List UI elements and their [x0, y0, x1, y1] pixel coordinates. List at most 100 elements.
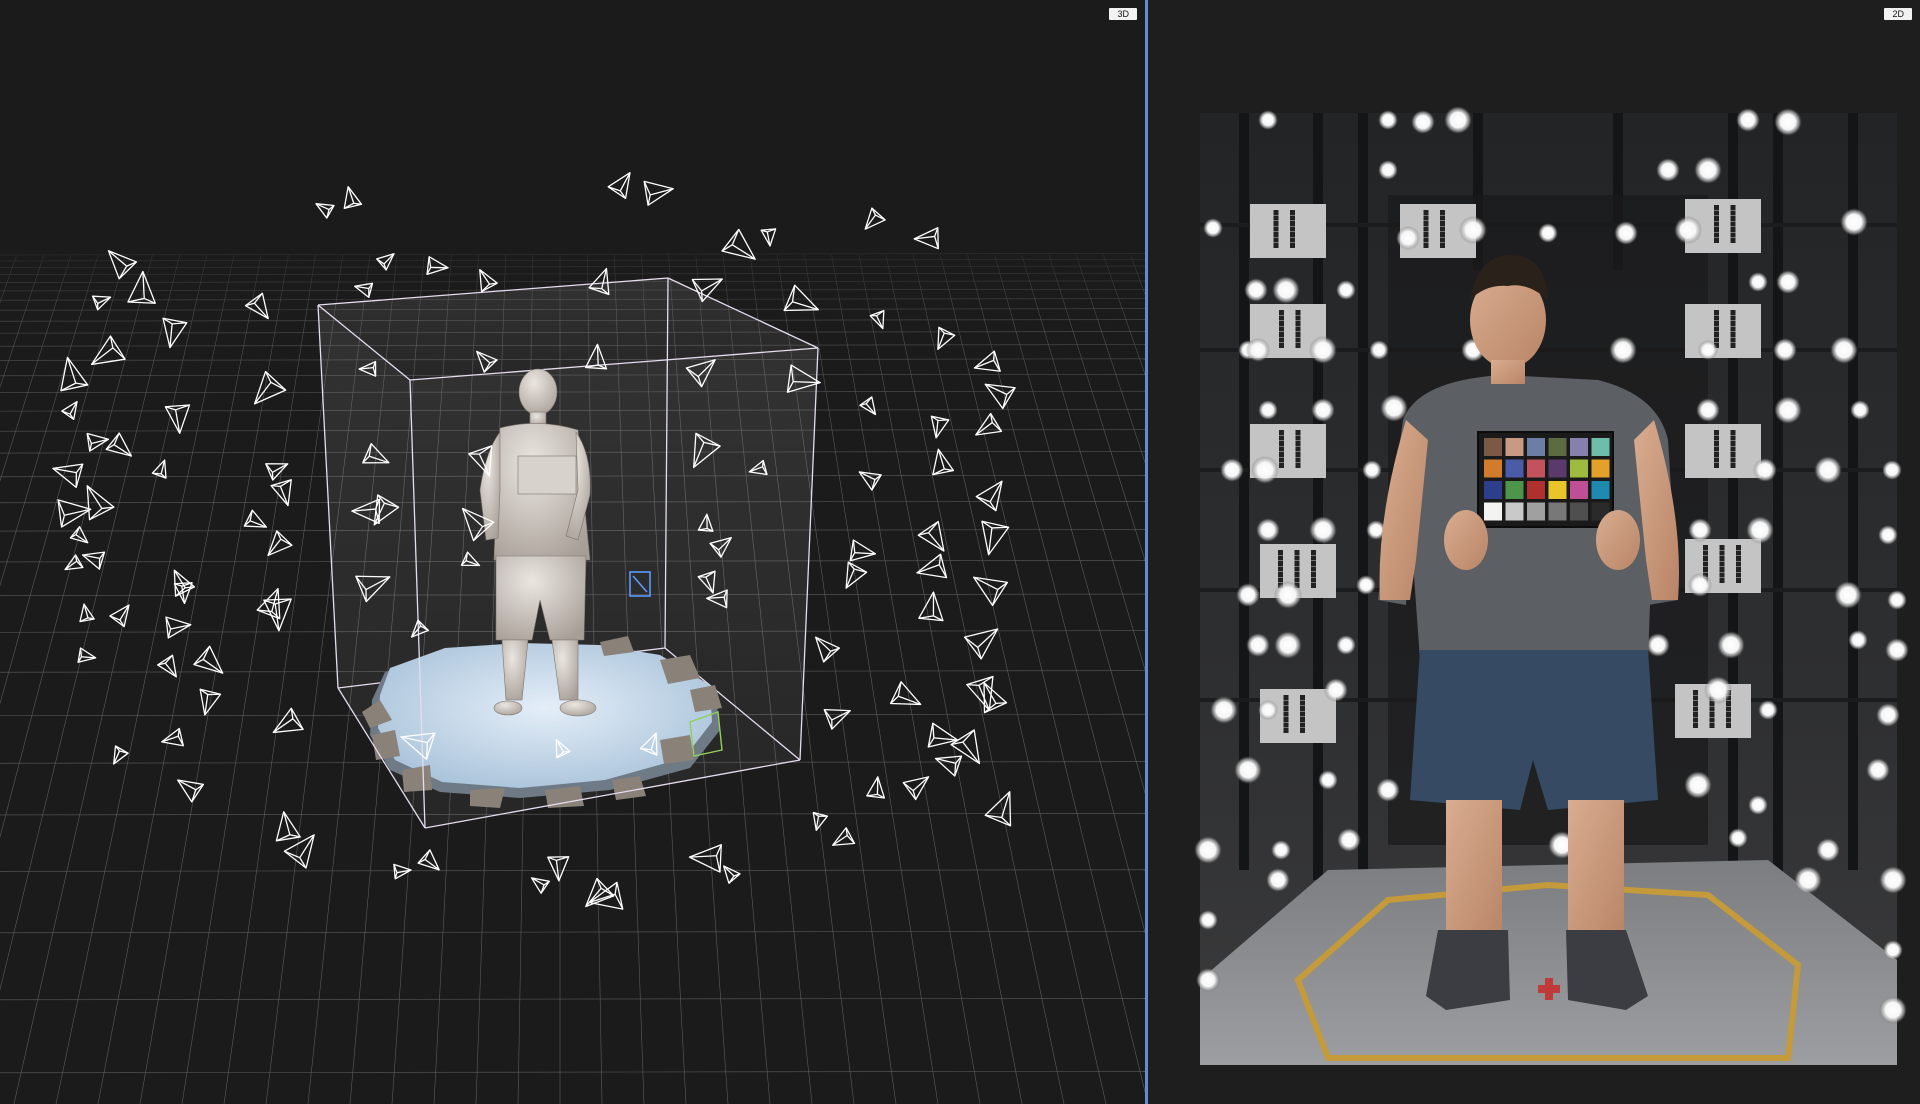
- studio-light: [1246, 338, 1270, 362]
- color-patch: [1505, 481, 1524, 499]
- grid-line: [0, 930, 1145, 934]
- studio-light: [1704, 676, 1732, 704]
- calibration-qr-panel: [1685, 304, 1761, 358]
- color-patch: [1548, 502, 1567, 521]
- grid-line: [0, 869, 1145, 872]
- viewport-2d[interactable]: 2D: [1148, 0, 1920, 1104]
- camera-frustum: [343, 186, 363, 210]
- studio-light: [1378, 110, 1398, 130]
- studio-light: [1887, 590, 1907, 610]
- viewport-3d[interactable]: 3D: [0, 0, 1145, 1104]
- calibration-qr-panel: [1685, 424, 1761, 478]
- studio-light: [1879, 996, 1907, 1024]
- studio-light: [1220, 458, 1244, 482]
- camera-frustum: [69, 526, 89, 544]
- camera-frustum: [917, 520, 945, 552]
- color-patch: [1505, 502, 1524, 521]
- camera-frustum: [113, 745, 129, 765]
- studio-light: [1411, 110, 1435, 134]
- studio-light: [1234, 756, 1262, 784]
- color-patch: [1570, 481, 1588, 499]
- viewport-mode-badge-2d[interactable]: 2D: [1884, 8, 1912, 20]
- grid-line: [0, 997, 1145, 1001]
- camera-frustum: [243, 509, 268, 528]
- color-patch: [1548, 481, 1567, 499]
- camera-frustum: [165, 616, 192, 639]
- studio-light: [1244, 278, 1268, 302]
- color-patch: [1484, 438, 1502, 456]
- camera-frustum: [823, 709, 851, 730]
- studio-light: [1814, 456, 1842, 484]
- studio-light: [1271, 840, 1291, 860]
- studio-light: [1774, 396, 1802, 424]
- camera-frustum: [643, 180, 674, 206]
- camera-frustum: [109, 604, 130, 628]
- studio-light: [1376, 778, 1400, 802]
- studio-light: [1848, 630, 1868, 650]
- camera-frustum: [547, 856, 570, 882]
- studio-light: [1758, 700, 1778, 720]
- studio-light: [1688, 573, 1712, 597]
- studio-light: [1850, 400, 1870, 420]
- studio-light: [1194, 836, 1222, 864]
- studio-light: [1717, 631, 1745, 659]
- studio-light: [1538, 223, 1558, 243]
- studio-light: [1879, 866, 1907, 894]
- studio-light: [1885, 638, 1909, 662]
- studio-light: [1882, 460, 1902, 480]
- studio-light: [1324, 678, 1348, 702]
- studio-light: [1674, 216, 1702, 244]
- studio-light: [1266, 868, 1290, 892]
- camera-frustum: [831, 827, 856, 846]
- studio-light: [1258, 110, 1278, 130]
- studio-light: [1356, 575, 1376, 595]
- studio-light: [1396, 226, 1420, 250]
- studio-light: [1336, 280, 1356, 300]
- studio-light: [1444, 106, 1472, 134]
- camera-frustum: [157, 654, 177, 678]
- grid-line: [0, 1071, 1145, 1074]
- color-patch: [1591, 459, 1610, 478]
- camera-frustum: [64, 554, 84, 571]
- studio-light: [1646, 633, 1670, 657]
- studio-light: [1746, 516, 1774, 544]
- camera-frustum: [193, 645, 224, 674]
- studio-light: [1878, 525, 1898, 545]
- studio-light: [1309, 516, 1337, 544]
- color-patch: [1570, 459, 1588, 478]
- camera-frustum: [77, 647, 97, 663]
- studio-light: [1311, 398, 1335, 422]
- color-patch: [1570, 438, 1588, 456]
- color-patch: [1505, 438, 1524, 456]
- camera-frustum: [79, 603, 95, 623]
- viewport-mode-badge-3d[interactable]: 3D: [1109, 8, 1137, 20]
- studio-light: [1834, 581, 1862, 609]
- studio-light: [1816, 838, 1840, 862]
- studio-light: [1883, 940, 1903, 960]
- studio-light: [1369, 340, 1389, 360]
- color-patch: [1484, 459, 1502, 478]
- studio-light: [1336, 635, 1356, 655]
- studio-light: [1203, 218, 1223, 238]
- camera-frustum: [723, 865, 741, 884]
- studio-light: [1753, 458, 1777, 482]
- scene-3d-canvas[interactable]: [0, 0, 1145, 1104]
- camera-frustum: [918, 591, 944, 622]
- camera-frustum: [866, 776, 886, 799]
- studio-light: [1337, 828, 1361, 852]
- camera-frustum: [57, 499, 92, 528]
- camera-image-view[interactable]: [1148, 0, 1920, 1104]
- color-patch: [1591, 438, 1610, 456]
- studio-light: [1318, 770, 1338, 790]
- camera-frustum: [849, 539, 877, 562]
- color-patch: [1570, 502, 1588, 521]
- studio-light: [1251, 456, 1279, 484]
- camera-frustum: [267, 530, 293, 557]
- studio-light: [1773, 338, 1797, 362]
- studio-light: [1246, 633, 1270, 657]
- camera-frustum: [263, 598, 292, 632]
- camera-frustum: [81, 551, 106, 570]
- studio-light: [1748, 272, 1768, 292]
- studio-light: [1274, 581, 1302, 609]
- studio-light: [1258, 400, 1278, 420]
